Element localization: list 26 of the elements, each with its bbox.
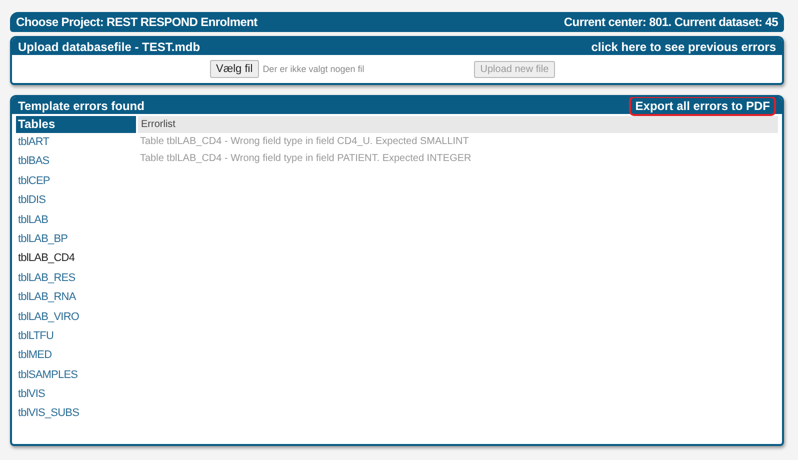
table-link[interactable]: tblVIS_SUBS (16, 404, 136, 424)
upload-title: Upload databasefile - TEST.mdb (18, 40, 200, 54)
table-link[interactable]: tblDIS (16, 191, 136, 211)
table-link[interactable]: tblLAB_RES (16, 268, 136, 288)
table-link[interactable]: tblLTFU (16, 326, 136, 346)
previous-errors-link[interactable]: click here to see previous errors (591, 40, 776, 54)
table-link[interactable]: tblSAMPLES (16, 366, 136, 386)
error-row-text: Table tblLAB_CD4 - Wrong field type in field PATIENT. Expected INTEGER (139, 152, 472, 166)
errorlist-header: Errorlist (138, 116, 778, 133)
table-link[interactable]: tblMED (16, 346, 136, 366)
table-link[interactable]: tblVIS (16, 385, 136, 404)
errors-title: Template errors found (18, 98, 144, 112)
table-link[interactable]: tblLAB_RNA (16, 288, 136, 308)
table-link[interactable]: tblLAB_BP (16, 230, 136, 250)
tables-header: Tables (16, 116, 136, 133)
project-title[interactable]: Choose Project: REST RESPOND Enrolment (16, 15, 258, 29)
table-link[interactable]: tblART (16, 133, 136, 152)
table-link[interactable]: tblLAB (16, 210, 136, 230)
table-link[interactable]: tblBAS (16, 152, 136, 172)
table-link[interactable]: tblCEP (16, 172, 136, 192)
file-status: Der er ikke valgt nogen fil (262, 64, 364, 74)
center-dataset-status: Current center: 801. Current dataset: 45 (564, 15, 778, 29)
choose-file-button[interactable]: Vælg fil (210, 60, 259, 78)
error-row-text: Table tblLAB_CD4 - Wrong field type in field CD4_U. Expected SMALLINT (139, 135, 470, 149)
table-link[interactable]: tblLAB_CD4 (16, 249, 136, 269)
table-link[interactable]: tblLAB_VIRO (16, 308, 136, 327)
